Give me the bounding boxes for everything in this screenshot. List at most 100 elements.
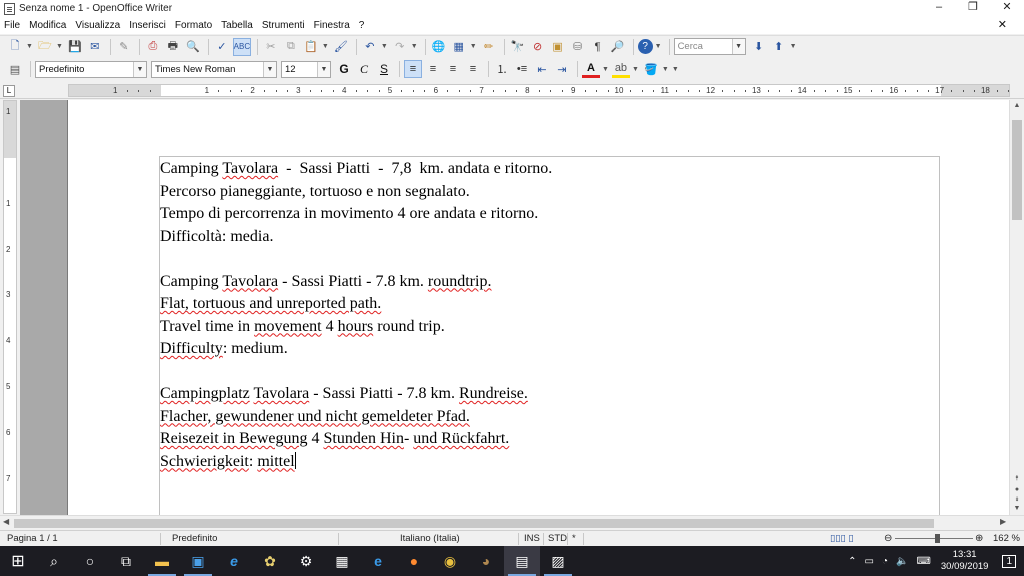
new-document-icon[interactable]: 🗋 bbox=[6, 38, 24, 56]
text-line[interactable]: Schwierigkeit: mittel bbox=[160, 451, 552, 474]
formatting-toolbar-options-icon[interactable]: ▼ bbox=[672, 66, 679, 73]
text-line[interactable]: Difficulty: medium. bbox=[160, 338, 552, 361]
navigation-icon[interactable]: ● bbox=[1010, 486, 1024, 493]
paste-icon[interactable]: 📋 bbox=[302, 38, 320, 56]
text-line[interactable]: Campingplatz Tavolara - Sassi Piatti - 7… bbox=[160, 383, 552, 406]
gallery-icon[interactable]: ▣ bbox=[549, 38, 567, 56]
background-color-icon[interactable]: 🪣 bbox=[642, 60, 660, 78]
menu-strumenti[interactable]: Strumenti bbox=[262, 20, 305, 31]
help-icon[interactable]: ? bbox=[637, 39, 653, 54]
scroll-up-icon[interactable]: ▲ bbox=[1010, 102, 1024, 109]
copy-icon[interactable]: ⧉ bbox=[282, 38, 300, 56]
tab-stop-selector[interactable]: L bbox=[3, 85, 15, 97]
highlight-dropdown-icon[interactable]: ▼ bbox=[632, 66, 639, 73]
open-folder-icon[interactable]: 🗁 bbox=[36, 38, 54, 56]
hyperlink-icon[interactable]: 🌐 bbox=[430, 38, 448, 56]
align-left-icon[interactable]: ≡ bbox=[404, 60, 422, 78]
table-icon[interactable]: ▦ bbox=[450, 38, 468, 56]
volume-icon[interactable]: 🔈 bbox=[896, 556, 908, 567]
show-hidden-icons-icon[interactable]: ⌃ bbox=[848, 556, 856, 567]
close-document-icon[interactable]: ✕ bbox=[998, 18, 1007, 31]
font-color-dropdown-icon[interactable]: ▼ bbox=[602, 66, 609, 73]
selection-mode[interactable]: STD bbox=[548, 533, 567, 544]
page-count[interactable]: Pagina 1 / 1 bbox=[7, 533, 58, 544]
document-text[interactable]: Camping Tavolara - Sassi Piatti - 7,8 km… bbox=[160, 158, 552, 473]
new-dropdown-icon[interactable]: ▼ bbox=[26, 43, 33, 50]
horizontal-scrollbar[interactable]: ◀ ▶ bbox=[0, 515, 1024, 530]
find-replace-icon[interactable]: 🔭 bbox=[509, 38, 527, 56]
menu-tabella[interactable]: Tabella bbox=[221, 20, 253, 31]
bullets-icon[interactable]: •≡ bbox=[513, 60, 531, 78]
italic-icon[interactable]: C bbox=[355, 60, 373, 78]
menu-visualizza[interactable]: Visualizza bbox=[75, 20, 120, 31]
text-line[interactable]: Percorso pianeggiante, tortuoso e non se… bbox=[160, 181, 552, 204]
document-workspace[interactable]: Camping Tavolara - Sassi Piatti - 7,8 km… bbox=[20, 100, 1009, 515]
maximize-button[interactable]: ❐ bbox=[956, 0, 990, 17]
spellcheck-icon[interactable]: ✓ bbox=[213, 38, 231, 56]
font-name-select[interactable]: Times New Roman ▼ bbox=[151, 60, 277, 78]
autospellcheck-icon[interactable]: ABC bbox=[232, 37, 251, 56]
edit-file-icon[interactable]: ✎ bbox=[115, 38, 133, 56]
page-style[interactable]: Predefinito bbox=[172, 533, 217, 544]
draw-functions-icon[interactable]: ✏ bbox=[480, 38, 498, 56]
align-right-icon[interactable]: ≡ bbox=[444, 60, 462, 78]
decrease-indent-icon[interactable]: ⇤ bbox=[533, 60, 551, 78]
previous-page-icon[interactable]: ⯭ bbox=[1010, 475, 1024, 483]
internet-explorer-icon[interactable]: e bbox=[216, 546, 252, 576]
scroll-right-icon[interactable]: ▶ bbox=[1000, 517, 1006, 526]
paste-dropdown-icon[interactable]: ▼ bbox=[322, 43, 329, 50]
horizontal-ruler[interactable]: 1 1 2 3 4 5 6 7 8 9 10 11 12 13 14 15 16 17 18 bbox=[68, 84, 1010, 97]
zoom-slider-knob[interactable] bbox=[935, 534, 940, 543]
text-line[interactable]: Camping Tavolara - Sassi Piatti - 7.8 km… bbox=[160, 271, 552, 294]
horizontal-scroll-thumb[interactable] bbox=[14, 519, 934, 528]
navigator-icon[interactable]: ⊘ bbox=[529, 38, 547, 56]
styles-formatting-icon[interactable]: ▤ bbox=[6, 60, 24, 78]
find-next-icon[interactable]: ⬇ bbox=[750, 38, 768, 56]
font-size-dropdown-icon[interactable]: ▼ bbox=[317, 61, 330, 77]
search-toolbar-options-icon[interactable]: ▼ bbox=[790, 43, 797, 50]
menu-help[interactable]: ? bbox=[359, 20, 365, 31]
text-line[interactable]: Travel time in movement 4 hours round tr… bbox=[160, 316, 552, 339]
print-preview-icon[interactable]: 🔍 bbox=[184, 38, 202, 56]
vertical-ruler[interactable]: 1 1 2 3 4 5 6 7 bbox=[3, 100, 17, 514]
chrome-icon[interactable]: ◉ bbox=[432, 546, 468, 576]
wifi-icon[interactable]: ◔ bbox=[882, 556, 888, 567]
data-sources-icon[interactable]: ⛁ bbox=[569, 38, 587, 56]
print-icon[interactable]: 🖶 bbox=[164, 38, 182, 56]
openoffice-writer-icon[interactable]: ▤ bbox=[504, 546, 540, 576]
zoom-icon[interactable]: 🔎 bbox=[609, 38, 627, 56]
view-layout-icon[interactable]: ▯▯▯ ▯ bbox=[830, 533, 854, 544]
text-line[interactable]: Reisezeit in Bewegung 4 Stunden Hin- und… bbox=[160, 428, 552, 451]
menu-inserisci[interactable]: Inserisci bbox=[129, 20, 166, 31]
notifications-icon[interactable]: 1 bbox=[1002, 554, 1016, 568]
edge-icon[interactable]: e bbox=[360, 546, 396, 576]
text-line[interactable]: Flat, tortuous and unreported path. bbox=[160, 293, 552, 316]
cut-icon[interactable]: ✂ bbox=[262, 38, 280, 56]
search-dropdown-icon[interactable]: ▼ bbox=[731, 39, 745, 54]
save-icon[interactable]: 💾 bbox=[66, 38, 84, 56]
minimize-button[interactable]: – bbox=[922, 0, 956, 17]
justify-icon[interactable]: ≡ bbox=[464, 60, 482, 78]
text-line[interactable]: Camping Tavolara - Sassi Piatti - 7,8 km… bbox=[160, 158, 552, 181]
paragraph-style-select[interactable]: Predefinito ▼ bbox=[35, 60, 147, 78]
network-app-icon[interactable]: ⚙ bbox=[288, 546, 324, 576]
scroll-down-icon[interactable]: ▼ bbox=[1010, 505, 1024, 512]
align-center-icon[interactable]: ≡ bbox=[424, 60, 442, 78]
menu-formato[interactable]: Formato bbox=[175, 20, 212, 31]
redo-icon[interactable]: ↷ bbox=[391, 38, 409, 56]
app-icon[interactable]: ▣ bbox=[180, 546, 216, 576]
menu-file[interactable]: File bbox=[4, 20, 20, 31]
task-view-icon[interactable]: ⧉ bbox=[108, 546, 144, 576]
scroll-left-icon[interactable]: ◀ bbox=[3, 517, 9, 526]
vertical-scroll-thumb[interactable] bbox=[1012, 120, 1022, 220]
keyboard-icon[interactable]: ⌨ bbox=[916, 556, 930, 567]
bold-icon[interactable]: G bbox=[335, 60, 353, 78]
calculator-icon[interactable]: ▦ bbox=[324, 546, 360, 576]
toolbar-options-icon[interactable]: ▼ bbox=[655, 43, 662, 50]
increase-indent-icon[interactable]: ⇥ bbox=[553, 60, 571, 78]
text-line[interactable]: Tempo di percorrenza in movimento 4 ore … bbox=[160, 203, 552, 226]
text-line[interactable]: Flacher, gewundener und nicht gemeldeter… bbox=[160, 406, 552, 429]
gimp-icon[interactable]: ◕ bbox=[468, 546, 504, 576]
close-button[interactable]: ✕ bbox=[990, 0, 1024, 17]
numbering-icon[interactable]: ⒈ bbox=[493, 60, 511, 78]
